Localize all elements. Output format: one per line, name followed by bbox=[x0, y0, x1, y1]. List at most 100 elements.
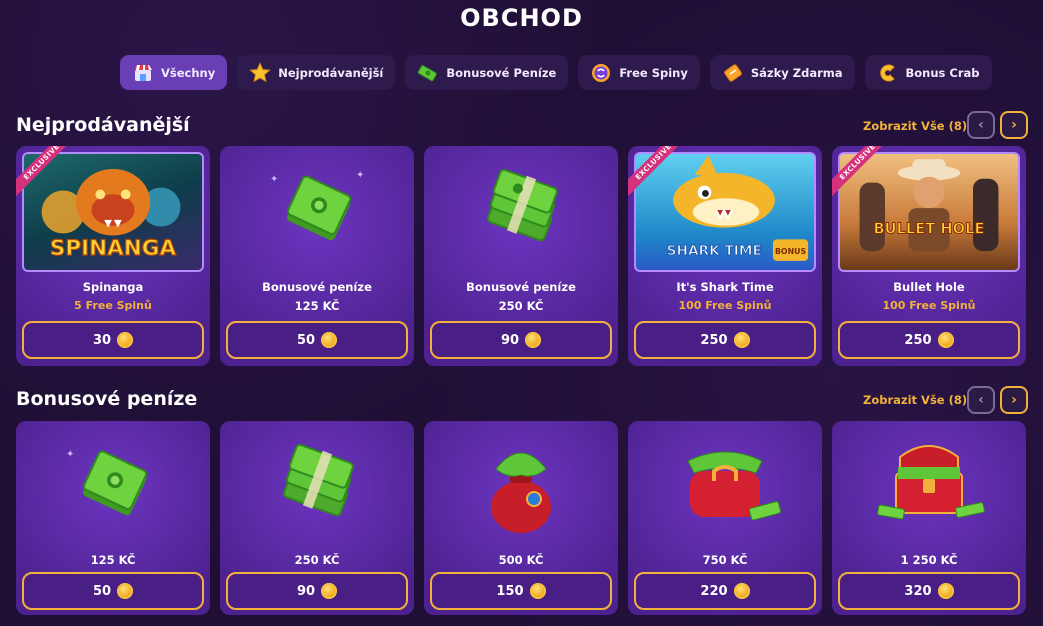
product-card[interactable]: BULLET HOLE EXCLUSIVE Bullet Hole 100 Fr… bbox=[832, 146, 1026, 366]
sparkle-icon: ✦ bbox=[66, 449, 75, 460]
product-amount: 250 KČ bbox=[498, 299, 544, 313]
product-card[interactable]: ✦ 125 KČ 50 bbox=[16, 421, 210, 615]
money-bag-art bbox=[430, 427, 612, 547]
cash-icon bbox=[417, 62, 439, 84]
price-value: 150 bbox=[496, 583, 524, 599]
ticket-icon bbox=[722, 62, 744, 84]
product-amount: 1 250 KČ bbox=[900, 553, 958, 567]
carousel-next-button[interactable]: › bbox=[1000, 386, 1028, 414]
section-title-bonus-money: Bonusové peníze bbox=[16, 388, 198, 410]
chevron-right-icon: › bbox=[1011, 392, 1017, 408]
tab-vsechny[interactable]: Všechny bbox=[120, 55, 228, 90]
category-tabs: Všechny Nejprodávanější Bonusové Peníze … bbox=[120, 55, 992, 90]
view-all-link[interactable]: Zobrazit Vše (8) bbox=[863, 393, 967, 407]
star-icon bbox=[249, 61, 271, 84]
carousel-prev-button[interactable]: ‹ bbox=[967, 111, 995, 139]
buy-button[interactable]: 90 bbox=[430, 321, 612, 359]
product-subtitle: 100 Free Spinů bbox=[882, 299, 976, 312]
product-name: It's Shark Time bbox=[676, 280, 774, 294]
tab-bonus-crab[interactable]: Bonus Crab bbox=[864, 55, 992, 90]
product-amount: 250 KČ bbox=[294, 553, 340, 567]
bullet-hole-game-art: BULLET HOLE bbox=[838, 152, 1020, 272]
price-value: 50 bbox=[296, 332, 316, 348]
game-badge-text: BONUS bbox=[775, 247, 806, 256]
tab-label: Bonus Crab bbox=[905, 65, 980, 80]
product-amount: 125 KČ bbox=[90, 553, 136, 567]
coin-icon bbox=[117, 583, 134, 599]
price-value: 220 bbox=[700, 583, 728, 599]
coin-icon bbox=[529, 583, 546, 599]
tab-label: Bonusové Peníze bbox=[446, 65, 557, 80]
sparkle-icon: ✦ bbox=[356, 170, 365, 181]
product-card[interactable]: 1 250 KČ 320 bbox=[832, 421, 1026, 615]
product-card[interactable]: SPINANGA EXCLUSIVE Spinanga 5 Free Spinů… bbox=[16, 146, 210, 366]
product-card[interactable]: 250 KČ 90 bbox=[220, 421, 414, 615]
cash-stack-small-art: ✦ ✦ bbox=[226, 152, 408, 272]
cash-stack-small-art: ✦ bbox=[22, 427, 204, 547]
product-name: Bonusové peníze bbox=[262, 280, 372, 294]
product-card[interactable]: SHARK TIME BONUS EXCLUSIVE It's Shark Ti… bbox=[628, 146, 822, 366]
product-row-bonus-money: ✦ 125 KČ 50 250 KČ 90 500 KČ 150 750 KČ … bbox=[16, 421, 1026, 615]
tab-sazky-zdarma[interactable]: Sázky Zdarma bbox=[709, 55, 855, 90]
coin-icon bbox=[117, 332, 134, 348]
view-all-link[interactable]: Zobrazit Vše (8) bbox=[863, 119, 967, 133]
page-title: OBCHOD bbox=[460, 4, 583, 32]
product-row-bestsellers: SPINANGA EXCLUSIVE Spinanga 5 Free Spinů… bbox=[16, 146, 1026, 366]
tab-label: Free Spiny bbox=[619, 65, 688, 80]
product-subtitle: 5 Free Spinů bbox=[74, 299, 152, 312]
cash-stack-large-art bbox=[430, 152, 612, 272]
coin-icon bbox=[937, 332, 954, 348]
price-value: 30 bbox=[92, 332, 112, 348]
product-name: Spinanga bbox=[82, 280, 144, 294]
shop-icon bbox=[132, 62, 154, 84]
carousel-prev-button[interactable]: ‹ bbox=[967, 386, 995, 414]
coin-icon bbox=[321, 583, 338, 599]
product-amount: 750 KČ bbox=[702, 553, 748, 567]
buy-button[interactable]: 250 bbox=[838, 321, 1020, 359]
price-value: 250 bbox=[904, 332, 932, 348]
buy-button[interactable]: 90 bbox=[226, 572, 408, 610]
price-value: 90 bbox=[500, 332, 520, 348]
tab-label: Sázky Zdarma bbox=[750, 65, 843, 80]
buy-button[interactable]: 250 bbox=[634, 321, 816, 359]
price-value: 250 bbox=[700, 332, 728, 348]
treasure-chest-art bbox=[838, 427, 1020, 547]
price-value: 90 bbox=[296, 583, 316, 599]
product-card[interactable]: 500 KČ 150 bbox=[424, 421, 618, 615]
shark-time-game-art: SHARK TIME BONUS bbox=[634, 152, 816, 272]
buy-button[interactable]: 50 bbox=[226, 321, 408, 359]
coin-icon bbox=[733, 332, 750, 348]
buy-button[interactable]: 50 bbox=[22, 572, 204, 610]
spinanga-game-art: SPINANGA bbox=[22, 152, 204, 272]
coin-icon bbox=[937, 583, 954, 599]
crab-claw-icon bbox=[877, 62, 899, 84]
price-value: 50 bbox=[92, 583, 112, 599]
product-card[interactable]: ✦ ✦ Bonusové peníze 125 KČ 50 bbox=[220, 146, 414, 366]
product-amount: 500 KČ bbox=[498, 553, 544, 567]
cash-stack-large-art bbox=[226, 427, 408, 547]
buy-button[interactable]: 320 bbox=[838, 572, 1020, 610]
chevron-right-icon: › bbox=[1011, 117, 1017, 133]
buy-button[interactable]: 30 bbox=[22, 321, 204, 359]
product-card[interactable]: Bonusové peníze 250 KČ 90 bbox=[424, 146, 618, 366]
product-card[interactable]: 750 KČ 220 bbox=[628, 421, 822, 615]
spin-icon bbox=[590, 62, 612, 84]
product-name: Bonusové peníze bbox=[466, 280, 576, 294]
sparkle-icon: ✦ bbox=[270, 174, 279, 185]
buy-button[interactable]: 150 bbox=[430, 572, 612, 610]
product-subtitle: 100 Free Spinů bbox=[678, 299, 772, 312]
buy-button[interactable]: 220 bbox=[634, 572, 816, 610]
tab-bonusove-penize[interactable]: Bonusové Peníze bbox=[405, 55, 569, 90]
tab-label: Všechny bbox=[161, 65, 216, 80]
chevron-left-icon: ‹ bbox=[978, 392, 984, 408]
tab-free-spiny[interactable]: Free Spiny bbox=[578, 55, 700, 90]
tab-nejprodavanejsi[interactable]: Nejprodávanější bbox=[237, 55, 396, 90]
product-amount: 125 KČ bbox=[294, 299, 340, 313]
carousel-next-button[interactable]: › bbox=[1000, 111, 1028, 139]
coin-icon bbox=[525, 332, 542, 348]
chevron-left-icon: ‹ bbox=[978, 117, 984, 133]
tab-label: Nejprodávanější bbox=[278, 65, 384, 80]
section-title-bestsellers: Nejprodávanější bbox=[16, 114, 190, 136]
product-name: Bullet Hole bbox=[893, 280, 965, 294]
game-logo-text: SHARK TIME bbox=[667, 243, 762, 259]
